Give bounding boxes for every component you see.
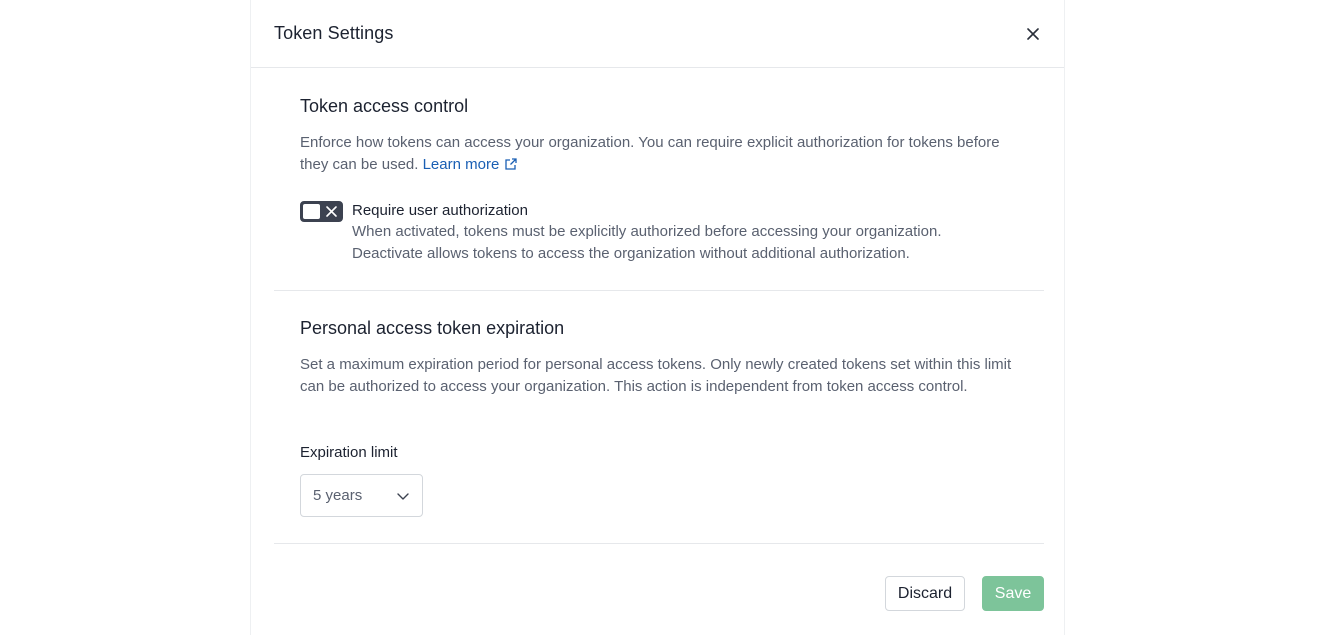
chevron-down-icon — [397, 492, 409, 500]
dialog-footer: Discard Save — [885, 576, 1044, 611]
x-icon — [326, 206, 337, 217]
token-expiration-section: Personal access token expiration Set a m… — [274, 291, 1044, 544]
learn-more-link[interactable]: Learn more — [423, 156, 519, 173]
section-description: Set a maximum expiration period for pers… — [300, 356, 1012, 395]
toggle-help-line2: Deactivate allows tokens to access the o… — [352, 244, 910, 262]
select-value: 5 years — [313, 487, 363, 504]
dialog-header: Token Settings — [251, 0, 1064, 68]
toggle-text: Require user authorization When activate… — [352, 200, 941, 264]
dialog-title: Token Settings — [274, 23, 394, 43]
close-icon — [1027, 28, 1039, 40]
require-authorization-toggle[interactable] — [300, 201, 343, 222]
expiration-limit-label: Expiration limit — [300, 444, 398, 461]
save-button[interactable]: Save — [982, 576, 1044, 611]
discard-button[interactable]: Discard — [885, 576, 965, 611]
section-heading: Token access control — [300, 96, 469, 116]
section-heading: Personal access token expiration — [300, 318, 565, 338]
toggle-knob — [303, 204, 320, 219]
external-link-icon — [505, 157, 517, 170]
toggle-help-line1: When activated, tokens must be explicitl… — [352, 223, 942, 240]
description-text: Enforce how tokens can access your organ… — [300, 134, 1000, 173]
toggle-label: Require user authorization — [352, 202, 528, 219]
require-authorization-row: Require user authorization When activate… — [300, 200, 941, 264]
token-access-control-section: Token access control Enforce how tokens … — [274, 68, 1044, 291]
expiration-limit-select[interactable]: 5 years — [300, 474, 423, 517]
section-description: Enforce how tokens can access your organ… — [300, 132, 1000, 175]
learn-more-label: Learn more — [422, 155, 500, 173]
token-settings-dialog: Token Settings Token access control Enfo… — [251, 0, 1064, 635]
close-button[interactable] — [1022, 23, 1044, 45]
